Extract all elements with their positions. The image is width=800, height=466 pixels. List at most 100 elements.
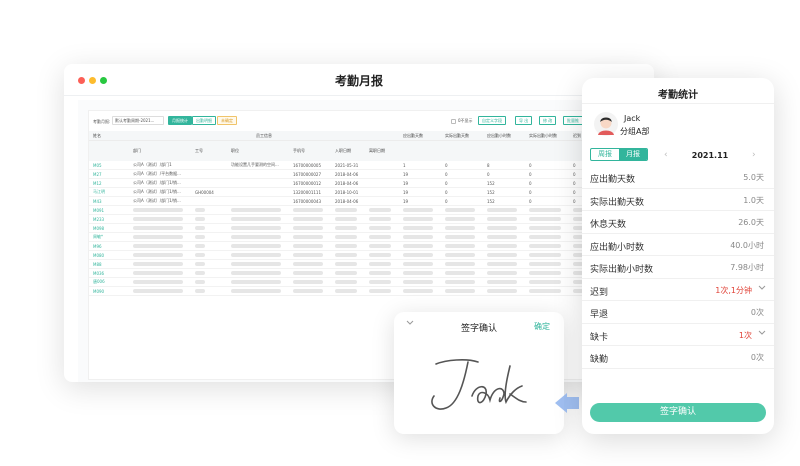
stat-label: 迟到 [590, 287, 609, 298]
table-row-loading[interactable]: M090 [89, 287, 654, 296]
skeleton-cell [483, 278, 525, 286]
table-row-loading[interactable]: M091 [89, 206, 654, 215]
employee-name-link[interactable]: M88 [89, 260, 129, 268]
employee-name-link[interactable]: M43 [89, 197, 129, 205]
chevron-down-icon[interactable] [758, 330, 766, 338]
stat-row: 早退 0次 [582, 301, 774, 324]
group-header-employee: 员工信息 [256, 132, 272, 138]
table-row[interactable]: M05 公司A（测试）/部门1 功能设置几手要测的空间... 16700000005 2… [89, 161, 654, 170]
table-cell: 2018-04-06 [335, 171, 359, 177]
employee-name-link[interactable]: M27 [89, 170, 129, 178]
skeleton-cell [365, 224, 399, 232]
stat-label: 实际出勤天数 [590, 197, 645, 208]
employee-name-link[interactable]: M96 [89, 242, 129, 250]
skeleton-cell [483, 206, 525, 214]
table-row[interactable]: M43 公司A（测试）/部门1/销... 16700000043 2018-04-06… [89, 197, 654, 206]
signature-pad[interactable] [406, 342, 552, 424]
skeleton-cell [365, 251, 399, 259]
user-group: 分组A部 [620, 127, 650, 136]
skeleton-cell [525, 278, 569, 286]
header-cell: 应出勤小时数 [487, 132, 511, 138]
employee-name-link[interactable]: M233 [89, 215, 129, 223]
skeleton-cell [365, 260, 399, 268]
toolbar-button-a[interactable]: 导 出 [515, 116, 533, 125]
employee-name-link[interactable]: 马江明 [89, 188, 129, 196]
skeleton-cell [365, 269, 399, 277]
table-cell: 16700000012 [293, 180, 321, 186]
skeleton-cell [441, 287, 483, 295]
skeleton-cell [191, 233, 227, 241]
table-cell: 16700000027 [293, 171, 321, 177]
employee-name-link[interactable]: M091 [89, 206, 129, 214]
stat-label: 应出勤天数 [590, 175, 636, 185]
skeleton-cell [331, 287, 365, 295]
table-cell [365, 170, 399, 178]
stat-value: 0次 [750, 308, 764, 317]
table-cell: 0 [529, 162, 532, 168]
employee-name-link[interactable]: M090 [89, 287, 129, 295]
signature-confirm-button[interactable]: 确定 [534, 321, 550, 332]
table-row-loading[interactable]: 唐006 [89, 278, 654, 287]
stat-row[interactable]: 缺卡 1次 [582, 324, 774, 346]
skeleton-cell [483, 215, 525, 223]
toolbar-button-c[interactable]: 批量推 [563, 116, 583, 125]
table-row-loading[interactable]: M88 [89, 260, 654, 269]
table-row[interactable]: 马江明 公司A（测试）/部门1/销... GH00004 13200001111 201… [89, 188, 654, 197]
skeleton-cell [331, 206, 365, 214]
table-cell: 19 [403, 189, 409, 195]
table-row-loading[interactable]: M96 [89, 242, 654, 251]
table-cell: 0 [445, 171, 448, 177]
employee-name-link[interactable]: M036 [89, 269, 129, 277]
skeleton-cell [191, 215, 227, 223]
table-cell: 0 [529, 198, 532, 204]
employee-name-link[interactable]: M080 [89, 251, 129, 259]
employee-name-link[interactable]: M05 [89, 161, 129, 169]
arrow-left-icon [555, 393, 579, 413]
skeleton-cell [365, 233, 399, 241]
monthly-stats-button[interactable]: 月报统计 [168, 116, 192, 125]
table-cell: 公司A（测试）/平台数据... [133, 171, 181, 176]
table-row[interactable]: M27 公司A（测试）/平台数据... 16700000027 2018-04-06 1… [89, 170, 654, 179]
skeleton-cell [441, 233, 483, 241]
report-toolbar: 考勤月报: 默认考勤周期-2021... 月报统计 出勤明细 未确定 0不显示 … [89, 111, 654, 131]
stat-row[interactable]: 迟到 1次,1分钟 [582, 279, 774, 301]
toolbar-button-b[interactable]: 修 改 [539, 116, 557, 125]
skeleton-cell [525, 233, 569, 241]
user-card: Jack 分组A部 [582, 104, 774, 144]
custom-fields-button[interactable]: 自定义字段 [478, 116, 506, 125]
skeleton-cell [191, 242, 227, 250]
table-cell: 8 [487, 162, 490, 168]
period-select[interactable]: 默认考勤周期-2021... [112, 116, 164, 125]
employee-name-link[interactable]: 唐006 [89, 278, 129, 286]
stat-value: 7.98小时 [730, 263, 764, 272]
table-row-loading[interactable]: 周敏* [89, 233, 654, 242]
skeleton-cell [399, 251, 441, 259]
table-row-loading[interactable]: M098 [89, 224, 654, 233]
employee-name-link[interactable]: M12 [89, 179, 129, 187]
hide-zero-checkbox[interactable]: 0不显示 [451, 118, 473, 124]
table-row-loading[interactable]: M233 [89, 215, 654, 224]
sign-confirm-button[interactable]: 签字确认 [590, 403, 766, 422]
stat-label: 应出勤小时数 [590, 242, 645, 253]
employee-name-link[interactable]: 周敏* [89, 233, 129, 241]
stat-row: 应出勤天数 5.0天 [582, 166, 774, 189]
chevron-down-icon[interactable] [758, 285, 766, 293]
table-cell: 0 [529, 171, 532, 177]
attendance-detail-button[interactable]: 出勤明细 [192, 116, 216, 125]
skeleton-cell [525, 269, 569, 277]
skeleton-cell [441, 242, 483, 250]
table-cell [365, 161, 399, 169]
period-value: 默认考勤周期-2021... [115, 118, 155, 123]
table-row-loading[interactable]: M036 [89, 269, 654, 278]
desktop-window: 考勤月报 考勤月报: 默认考勤周期-2021... 月报统计 出勤明细 未确定 … [64, 64, 654, 382]
table-row-loading[interactable]: M080 [89, 251, 654, 260]
skeleton-cell [399, 260, 441, 268]
skeleton-cell [365, 215, 399, 223]
chevron-right-icon[interactable]: › [752, 150, 756, 160]
employee-name-link[interactable]: M098 [89, 224, 129, 232]
header-cell: 部门 [133, 148, 141, 153]
table-row[interactable]: M12 公司A（测试）/部门1/销... 16700000012 2018-04-06… [89, 179, 654, 188]
header-cell: 手机号 [293, 148, 305, 153]
signature-header: 签字确认 确定 [394, 312, 564, 338]
skeleton-cell [441, 215, 483, 223]
